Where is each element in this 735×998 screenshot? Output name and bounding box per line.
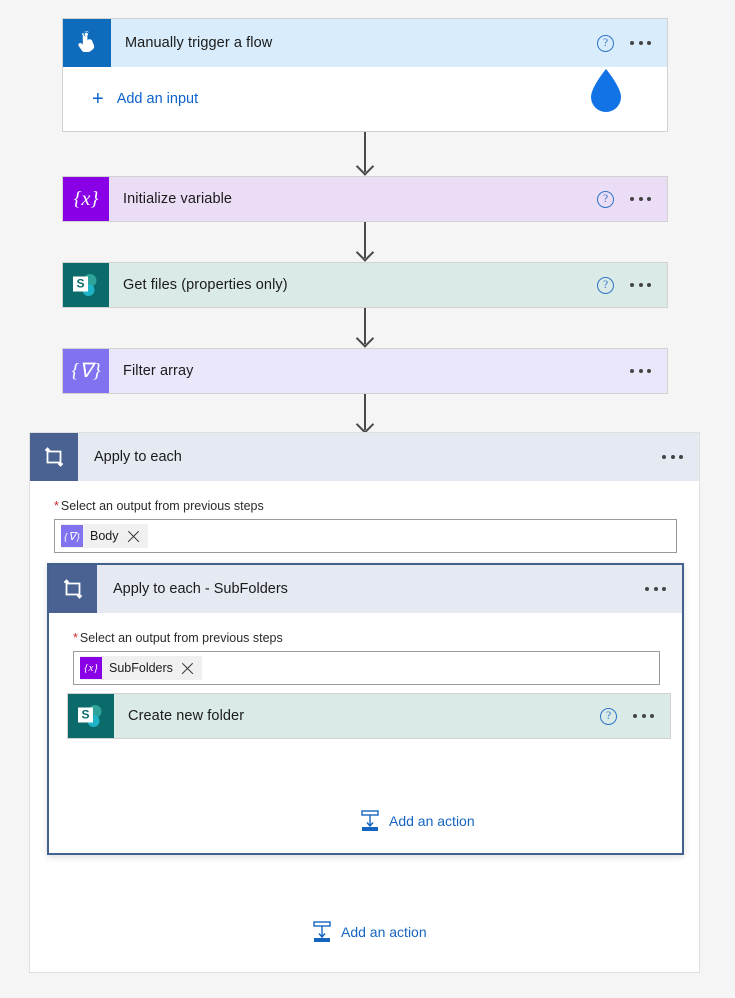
apply-to-each-subfolders-field: * Select an output from previous steps {x… — [49, 613, 682, 685]
add-an-input-label: Add an input — [116, 91, 199, 107]
required-marker: * — [54, 499, 59, 513]
help-icon[interactable]: ? — [597, 34, 614, 52]
trigger-title: Manually trigger a flow — [125, 35, 273, 51]
variable-braces-glyph: {x} — [73, 188, 99, 210]
sharepoint-icon: S — [63, 263, 109, 307]
svg-text:S: S — [76, 277, 84, 291]
token-chip-subfolders[interactable]: {x} SubFolders — [80, 656, 202, 680]
field-label-wrap: * Select an output from previous steps — [73, 631, 660, 645]
loop-repeat-icon — [49, 565, 97, 613]
trigger-card-actions: ? — [597, 34, 667, 52]
sharepoint-icon: S — [68, 694, 114, 738]
more-commands-icon[interactable] — [630, 283, 651, 287]
loop-repeat-icon — [30, 433, 78, 481]
filter-funnel-glyph: {∇} — [71, 360, 101, 382]
step-card-actions: ? — [600, 707, 670, 725]
trigger-card-header[interactable]: Manually trigger a flow ? — [63, 19, 667, 67]
connector-arrow — [364, 222, 366, 258]
apply-to-each-subfolders-title: Apply to each - SubFolders — [113, 581, 288, 597]
help-icon[interactable]: ? — [597, 276, 614, 294]
close-x-icon[interactable] — [126, 529, 141, 544]
token-chip-body[interactable]: {∇} Body — [61, 524, 148, 548]
loop-repeat-icon-glyph — [44, 447, 64, 467]
svg-text:S: S — [81, 708, 89, 722]
add-an-action-button-inner[interactable]: Add an action — [360, 810, 475, 832]
sharepoint-icon-glyph: S — [73, 274, 97, 296]
add-an-action-button-outer[interactable]: Add an action — [312, 921, 427, 943]
step-card-create-new-folder[interactable]: S Create new folder ? — [67, 693, 671, 739]
more-commands-icon[interactable] — [633, 714, 654, 718]
apply-to-each-title: Apply to each — [94, 449, 182, 465]
more-commands-icon[interactable] — [662, 455, 683, 459]
insert-action-icon — [360, 810, 380, 832]
add-an-action-label: Add an action — [389, 813, 475, 829]
touch-tap-icon — [63, 19, 111, 67]
flow-designer-canvas: Manually trigger a flow ? + Add an input — [0, 0, 735, 998]
more-commands-icon[interactable] — [645, 587, 666, 591]
connector-arrow — [364, 394, 366, 430]
connector-arrow — [364, 132, 366, 172]
connector-arrow — [364, 308, 366, 344]
step-title: Create new folder — [128, 708, 245, 724]
add-an-input-button[interactable]: + Add an input — [92, 88, 199, 110]
scope-apply-to-each[interactable]: Apply to each * Select an output from pre… — [29, 432, 700, 973]
step-title: Filter array — [123, 363, 194, 379]
add-an-action-label: Add an action — [341, 924, 427, 940]
step-title: Get files (properties only) — [123, 277, 288, 293]
help-icon[interactable]: ? — [597, 190, 614, 208]
insert-action-icon — [312, 921, 332, 943]
field-label: Select an output from previous steps — [60, 499, 264, 513]
apply-to-each-actions — [662, 455, 699, 459]
apply-to-each-field: * Select an output from previous steps {∇… — [30, 481, 699, 553]
scope-apply-to-each-subfolders[interactable]: Apply to each - SubFolders * Select an ou… — [47, 563, 684, 855]
loop-repeat-icon-glyph — [63, 579, 83, 599]
required-marker: * — [73, 631, 78, 645]
filter-funnel-braces-icon: {∇} — [61, 525, 83, 547]
help-icon[interactable]: ? — [600, 707, 617, 725]
step-card-filter-array[interactable]: {∇} Filter array — [62, 348, 668, 394]
variable-braces-icon: {x} — [80, 657, 102, 679]
step-card-actions — [630, 369, 667, 373]
plus-icon: + — [92, 88, 104, 110]
step-card-actions: ? — [597, 276, 667, 294]
close-x-icon[interactable] — [180, 661, 195, 676]
apply-to-each-subfolders-actions — [645, 587, 682, 591]
sharepoint-icon-glyph: S — [78, 705, 102, 727]
step-title: Initialize variable — [123, 191, 233, 207]
output-select-input[interactable]: {∇} Body — [54, 519, 677, 553]
trigger-card-body: + Add an input — [63, 67, 667, 131]
water-drop-cursor-icon — [587, 69, 625, 115]
token-label: Body — [90, 529, 119, 543]
more-commands-icon[interactable] — [630, 41, 651, 45]
step-card-get-files-properties-only[interactable]: S Get files (properties only) ? — [62, 262, 668, 308]
field-label-wrap: * Select an output from previous steps — [54, 499, 677, 513]
variable-braces-icon: {x} — [63, 177, 109, 221]
more-commands-icon[interactable] — [630, 197, 651, 201]
token-label: SubFolders — [109, 661, 173, 675]
trigger-card-manually-trigger-a-flow[interactable]: Manually trigger a flow ? + Add an input — [62, 18, 668, 132]
filter-funnel-braces-icon: {∇} — [63, 349, 109, 393]
apply-to-each-header[interactable]: Apply to each — [30, 433, 699, 481]
more-commands-icon[interactable] — [630, 369, 651, 373]
output-select-input[interactable]: {x} SubFolders — [73, 651, 660, 685]
touch-tap-icon-glyph — [78, 30, 95, 53]
field-label: Select an output from previous steps — [79, 631, 283, 645]
step-card-initialize-variable[interactable]: {x} Initialize variable ? — [62, 176, 668, 222]
step-card-actions: ? — [597, 190, 667, 208]
apply-to-each-subfolders-header[interactable]: Apply to each - SubFolders — [49, 565, 682, 613]
